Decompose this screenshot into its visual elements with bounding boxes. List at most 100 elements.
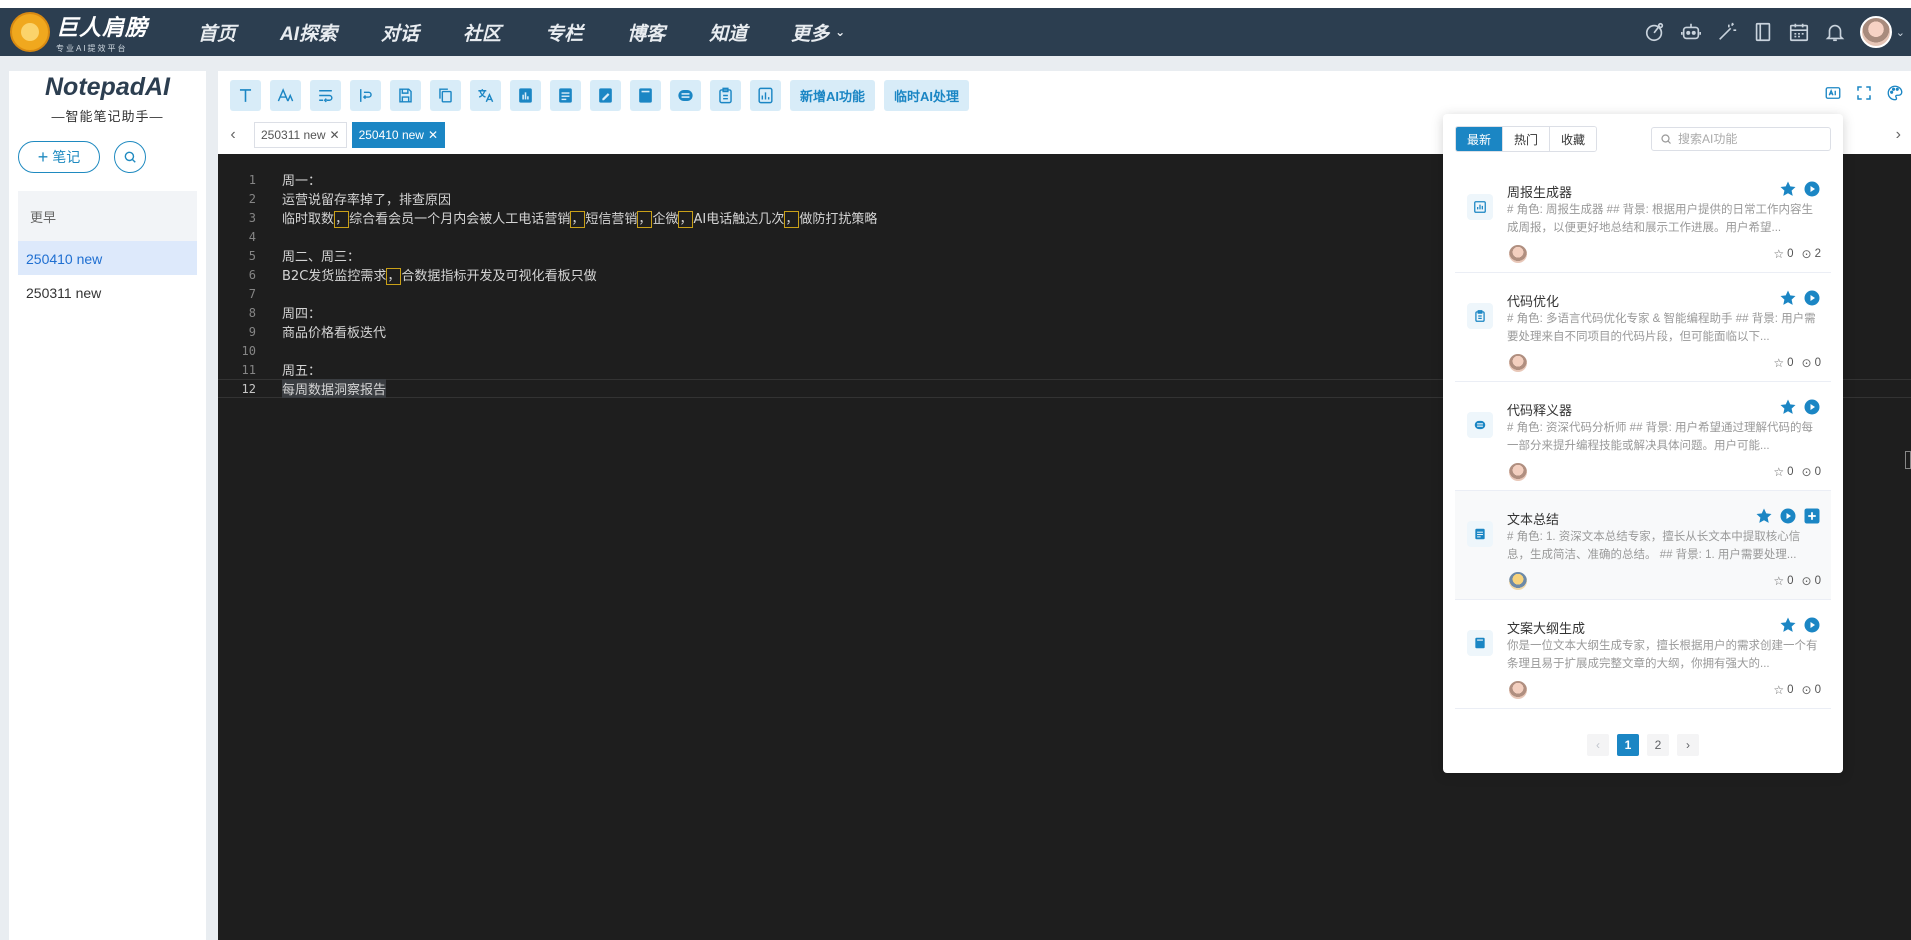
ai-search-input[interactable]	[1678, 132, 1818, 146]
author-avatar[interactable]	[1509, 572, 1527, 590]
search-icon	[1661, 134, 1671, 144]
author-avatar[interactable]	[1509, 681, 1527, 699]
nav-community[interactable]: 社区	[463, 19, 501, 46]
top-navbar: 巨人肩膀 专业AI提效平台 首页 AI探索 对话 社区 专栏 博客 知道 更多 …	[0, 8, 1911, 56]
favorite-star-icon[interactable]	[1779, 180, 1797, 198]
note-item[interactable]: 250410 new	[18, 241, 197, 275]
user-avatar[interactable]	[1859, 16, 1892, 48]
tab-label: 250311 new	[261, 128, 326, 142]
ai-function-name: 周报生成器	[1507, 185, 1573, 200]
tab-250311[interactable]: 250311 new ✕	[254, 122, 347, 148]
ai-function-card[interactable]: 文本总结 # 角色: 1. 资深文本总结专家，擅长从长文本中提取核心信息，生成简…	[1455, 491, 1831, 600]
author-avatar[interactable]	[1509, 463, 1527, 481]
book-icon[interactable]	[1752, 21, 1774, 43]
ai-tool-3-icon[interactable]	[590, 79, 621, 111]
favorite-star-icon[interactable]	[1779, 616, 1797, 634]
ai-tool-4-icon[interactable]	[630, 79, 661, 111]
ai-function-stats: ☆ 0 ⊙ 0	[1765, 356, 1821, 370]
ai-function-card[interactable]: 文案大纲生成 你是一位文本大纲生成专家，擅长根据用户的需求创建一个有条理且易于扩…	[1455, 600, 1831, 709]
ai-function-name: 代码优化	[1507, 294, 1560, 309]
pagination: ‹ 1 2 ›	[1443, 734, 1843, 756]
palette-icon[interactable]	[1885, 83, 1905, 103]
star-outline-icon: ☆	[1773, 574, 1785, 588]
nav-chat[interactable]: 对话	[381, 19, 419, 46]
close-icon[interactable]: ✕	[330, 128, 340, 142]
run-count: 0	[1814, 466, 1821, 478]
star-count: 0	[1787, 684, 1794, 696]
ai-function-card[interactable]: 周报生成器 # 角色: 周报生成器 ## 背景: 根据用户提供的日常工作内容生成…	[1455, 164, 1831, 273]
ai-search-box[interactable]	[1651, 127, 1831, 151]
line-text: 周四：	[282, 307, 322, 322]
chevron-right-icon[interactable]: ›	[1896, 126, 1901, 144]
nav-blog[interactable]: 博客	[627, 19, 665, 46]
add-plus-icon[interactable]	[1803, 507, 1821, 525]
note-group-header[interactable]: 更早	[18, 191, 197, 241]
ai-tool-5-icon[interactable]	[670, 79, 701, 111]
chart-icon[interactable]	[1644, 21, 1666, 43]
page-button[interactable]: 2	[1647, 734, 1669, 756]
save-icon[interactable]	[390, 79, 421, 111]
page-button[interactable]: 1	[1617, 734, 1639, 756]
font-size-icon[interactable]	[270, 79, 301, 111]
ai-function-stats: ☆ 0 ⊙ 2	[1765, 247, 1821, 261]
text-icon[interactable]	[230, 79, 261, 111]
line-break-icon[interactable]	[350, 79, 381, 111]
site-logo[interactable]: 巨人肩膀 专业AI提效平台	[10, 10, 180, 54]
add-ai-function-button[interactable]: 新增AI功能	[790, 79, 876, 111]
run-play-icon[interactable]	[1803, 398, 1821, 416]
favorite-star-icon[interactable]	[1779, 289, 1797, 307]
nav-zhidao[interactable]: 知道	[709, 19, 747, 46]
prev-page-button[interactable]: ‹	[1587, 734, 1609, 756]
tab-250410[interactable]: 250410 new ✕	[351, 122, 446, 148]
run-play-icon[interactable]	[1803, 180, 1821, 198]
ai-function-card[interactable]: 代码优化 # 角色: 多语言代码优化专家 & 智能编程助手 ## 背景: 用户需…	[1455, 273, 1831, 382]
new-note-button[interactable]: + 笔记	[18, 141, 100, 173]
copy-icon[interactable]	[430, 79, 461, 111]
punctuation-highlight: ，	[637, 211, 653, 228]
ai-tool-2-icon[interactable]	[550, 79, 581, 111]
magic-wand-icon[interactable]	[1716, 21, 1738, 43]
logo-title: 巨人肩膀	[56, 15, 149, 40]
translate-icon[interactable]	[470, 79, 501, 111]
favorite-star-icon[interactable]	[1755, 507, 1773, 525]
ai-tool-1-icon[interactable]	[510, 79, 541, 111]
nav-home[interactable]: 首页	[198, 19, 236, 46]
nav-ai-explore[interactable]: AI探索	[280, 19, 337, 46]
notes-sidebar: NotepadAI —智能笔记助手— + 笔记 更早 250410 new 25…	[9, 71, 206, 940]
temp-ai-process-button[interactable]: 临时AI处理	[884, 79, 970, 111]
close-icon[interactable]: ✕	[428, 128, 438, 142]
robot-icon[interactable]	[1680, 21, 1702, 43]
nav-column[interactable]: 专栏	[545, 19, 583, 46]
scrollbar-marker[interactable]	[1905, 451, 1911, 469]
ai-function-desc: # 角色: 资深代码分析师 ## 背景: 用户希望通过理解代码的每一部分来提升编…	[1507, 422, 1814, 452]
ai-function-card[interactable]: 代码释义器 # 角色: 资深代码分析师 ## 背景: 用户希望通过理解代码的每一…	[1455, 382, 1831, 491]
app-title: NotepadAI	[45, 73, 170, 101]
segment-hot[interactable]: 热门	[1502, 127, 1550, 151]
bell-icon[interactable]	[1824, 21, 1846, 43]
wrap-icon[interactable]	[310, 79, 341, 111]
new-note-label: 笔记	[52, 149, 81, 165]
chevron-left-icon[interactable]: ‹	[224, 126, 242, 144]
run-count: 0	[1814, 575, 1821, 587]
chevron-down-icon[interactable]: ⌄	[1896, 26, 1905, 39]
next-page-button[interactable]: ›	[1677, 734, 1699, 756]
fullscreen-icon[interactable]	[1854, 83, 1874, 103]
ai-tool-6-icon[interactable]	[710, 79, 741, 111]
author-avatar[interactable]	[1509, 354, 1527, 372]
ai-toggle-icon[interactable]	[1823, 83, 1843, 103]
segment-latest[interactable]: 最新	[1456, 127, 1503, 151]
nav-more[interactable]: 更多 ⌄	[791, 19, 845, 46]
segment-favorites[interactable]: 收藏	[1549, 127, 1597, 151]
run-play-icon[interactable]	[1779, 507, 1797, 525]
run-play-icon[interactable]	[1803, 616, 1821, 634]
run-play-icon[interactable]	[1803, 289, 1821, 307]
author-avatar[interactable]	[1509, 245, 1527, 263]
search-notes-button[interactable]	[114, 141, 146, 173]
ai-tool-7-icon[interactable]	[750, 79, 781, 111]
calendar-icon[interactable]	[1788, 21, 1810, 43]
top-strip	[0, 0, 1911, 8]
favorite-star-icon[interactable]	[1779, 398, 1797, 416]
report-icon	[1467, 194, 1493, 220]
note-item[interactable]: 250311 new	[18, 275, 197, 309]
ai-function-desc: # 角色: 1. 资深文本总结专家，擅长从长文本中提取核心信息，生成简洁、准确的…	[1507, 531, 1801, 561]
